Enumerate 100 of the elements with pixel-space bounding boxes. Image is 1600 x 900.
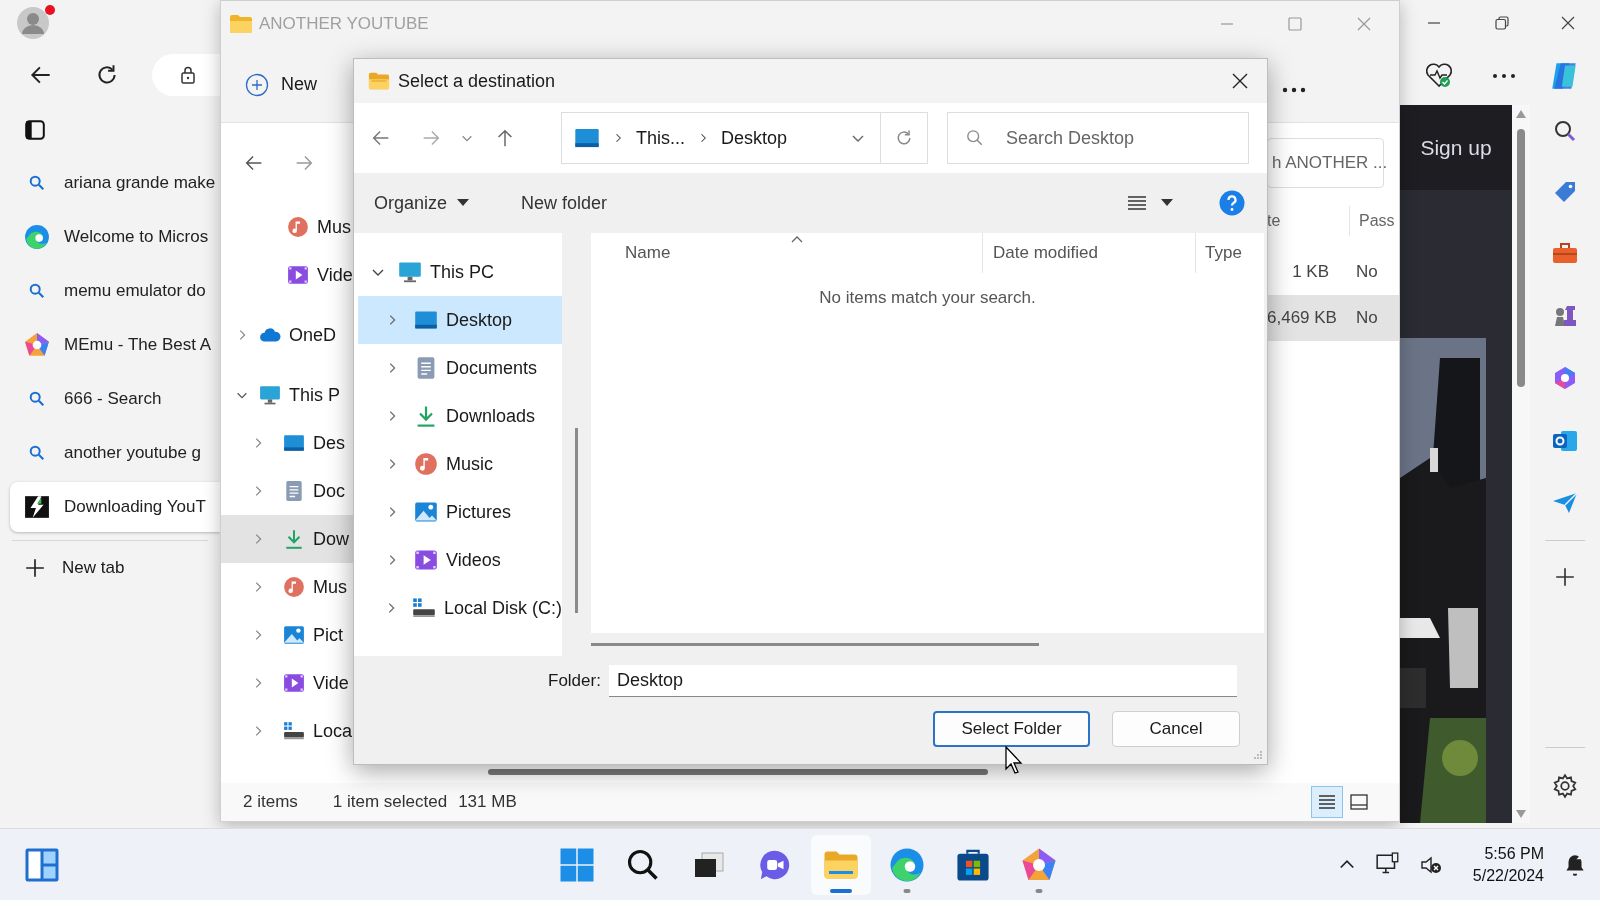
nav-item[interactable]: Vide bbox=[221, 251, 354, 299]
file-row[interactable]: 1 KB No bbox=[1267, 249, 1399, 295]
new-tab-button[interactable]: New tab bbox=[0, 541, 220, 595]
tree-item[interactable]: Local Disk (C:) bbox=[358, 584, 562, 632]
notification-dot-icon bbox=[45, 5, 55, 15]
tree-item[interactable]: Pictures bbox=[358, 488, 562, 536]
browser-tab[interactable]: memu emulator do bbox=[10, 266, 220, 316]
image-icon bbox=[414, 500, 438, 524]
search-icon[interactable] bbox=[1553, 119, 1577, 143]
add-circle-icon bbox=[245, 72, 269, 97]
dialog-button[interactable]: Cancel bbox=[1112, 711, 1240, 747]
tree-item[interactable]: Downloads bbox=[358, 392, 562, 440]
tiles-view-icon bbox=[1350, 794, 1368, 810]
new-button[interactable]: New bbox=[245, 71, 317, 98]
folder-label: Folder: bbox=[548, 670, 601, 693]
browser-logo-icon bbox=[24, 224, 50, 250]
plus-icon bbox=[24, 557, 46, 579]
dialog-title: Select a destination bbox=[398, 69, 556, 93]
tree-item[interactable]: Videos bbox=[358, 536, 562, 584]
resize-grip-icon bbox=[1253, 750, 1263, 760]
organize-menu[interactable]: Organize bbox=[374, 189, 470, 217]
tab-actions-icon[interactable] bbox=[24, 119, 46, 141]
download-icon bbox=[283, 528, 305, 550]
new-folder-button[interactable]: New folder bbox=[521, 189, 608, 217]
nav-item[interactable]: Des bbox=[221, 419, 354, 467]
folder-field[interactable]: Desktop bbox=[608, 665, 1237, 697]
office-logo-icon[interactable] bbox=[1552, 365, 1578, 391]
close-icon bbox=[1561, 16, 1575, 30]
scrollbar-thumb[interactable] bbox=[1517, 129, 1525, 387]
tree-item[interactable]: This PC bbox=[358, 248, 562, 296]
nav-item[interactable]: Mus bbox=[221, 203, 354, 251]
nav-item[interactable]: Pict bbox=[221, 611, 354, 659]
scroll-down-icon[interactable] bbox=[1515, 809, 1527, 819]
status-text: 2 items bbox=[243, 791, 298, 814]
send-icon[interactable] bbox=[1552, 491, 1578, 515]
view-options-button[interactable] bbox=[1127, 195, 1173, 211]
browser-tab[interactable]: Welcome to Micros bbox=[10, 212, 220, 262]
address-bar[interactable]: This... Desktop bbox=[561, 112, 928, 164]
toolbox-icon[interactable] bbox=[1552, 241, 1578, 265]
avatar-icon[interactable] bbox=[17, 7, 49, 39]
column-header[interactable]: Name bbox=[591, 240, 791, 266]
breadcrumb[interactable]: This... bbox=[636, 124, 685, 152]
nav-item[interactable]: Loca bbox=[221, 707, 354, 755]
file-row[interactable]: 6,469 KB No bbox=[1267, 295, 1399, 341]
monitor-icon bbox=[259, 384, 281, 406]
breadcrumb[interactable]: Desktop bbox=[721, 124, 788, 152]
video-icon bbox=[287, 264, 309, 286]
horizontal-scrollbar[interactable] bbox=[591, 643, 1039, 646]
music-icon bbox=[287, 216, 309, 238]
nav-item[interactable]: Vide bbox=[221, 659, 354, 707]
nav-item[interactable]: This P bbox=[221, 371, 354, 419]
column-header[interactable]: Pass bbox=[1350, 209, 1395, 233]
mail-app-icon[interactable] bbox=[1552, 428, 1578, 454]
nav-item[interactable]: Dow bbox=[221, 515, 354, 563]
scroll-up-icon[interactable] bbox=[1515, 109, 1527, 119]
browser-tab[interactable]: 666 - Search bbox=[10, 374, 220, 424]
settings-icon[interactable] bbox=[1552, 773, 1578, 799]
browser-tab[interactable]: another youtube g bbox=[10, 428, 220, 478]
scrollbar-thumb[interactable] bbox=[575, 428, 578, 613]
heart-pulse-icon[interactable] bbox=[1425, 62, 1453, 89]
music-icon bbox=[283, 576, 305, 598]
status-text: 131 MB bbox=[458, 791, 517, 814]
image-icon bbox=[283, 624, 305, 646]
browser-tab[interactable]: Downloading YouT bbox=[10, 482, 220, 532]
video-icon bbox=[283, 672, 305, 694]
address-bar[interactable] bbox=[152, 54, 220, 96]
browser-tab[interactable]: MEmu - The Best A bbox=[10, 320, 220, 370]
search-icon bbox=[28, 282, 46, 300]
add-icon[interactable] bbox=[1554, 566, 1576, 588]
folder-icon bbox=[368, 71, 390, 91]
tree-item[interactable]: Music bbox=[358, 440, 562, 488]
drive-icon bbox=[411, 596, 436, 620]
drive-icon bbox=[283, 720, 305, 742]
document-icon bbox=[283, 480, 305, 502]
dialog-button[interactable]: Select Folder bbox=[933, 711, 1090, 747]
column-header[interactable]: te bbox=[1267, 209, 1349, 233]
video-icon bbox=[414, 548, 438, 572]
empty-message: No items match your search. bbox=[819, 287, 1036, 310]
column-header[interactable]: Type bbox=[1196, 240, 1242, 266]
column-header[interactable]: Date modified bbox=[983, 240, 1195, 266]
more-icon[interactable] bbox=[1281, 86, 1307, 93]
view-button[interactable] bbox=[1311, 786, 1343, 818]
clock[interactable]: 5:56 PM 5/22/2024 bbox=[1472, 842, 1544, 887]
browser-tab[interactable]: ariana grande make bbox=[10, 158, 220, 208]
more-icon[interactable] bbox=[1492, 72, 1516, 79]
tag-icon[interactable] bbox=[1553, 180, 1577, 204]
search-field[interactable]: Search Desktop bbox=[947, 112, 1249, 164]
help-icon[interactable] bbox=[1219, 190, 1245, 216]
close-icon bbox=[1357, 17, 1371, 31]
tree-item[interactable]: Desktop bbox=[358, 296, 562, 344]
restore-icon bbox=[1495, 16, 1509, 30]
widgets-icon bbox=[24, 846, 60, 883]
nav-item[interactable]: Mus bbox=[221, 563, 354, 611]
horizontal-scrollbar[interactable] bbox=[488, 769, 988, 775]
music-icon bbox=[414, 452, 438, 476]
nav-item[interactable]: OneD bbox=[221, 311, 354, 359]
sort-caret-icon bbox=[791, 235, 803, 243]
tree-item[interactable]: Documents bbox=[358, 344, 562, 392]
nav-item[interactable]: Doc bbox=[221, 467, 354, 515]
widgets-button[interactable] bbox=[24, 846, 60, 883]
